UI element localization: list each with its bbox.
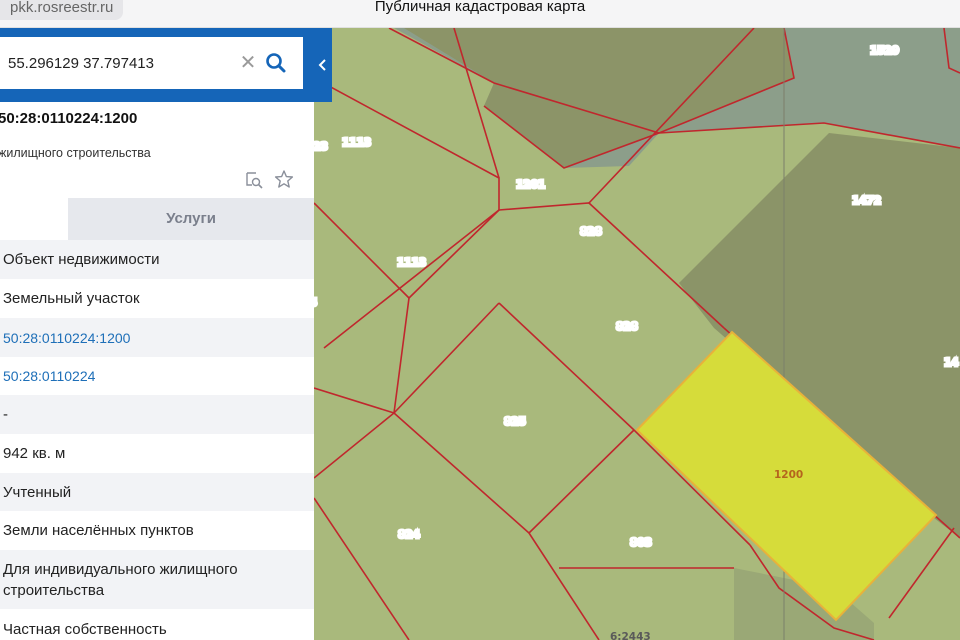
object-cadastral-number: 50:28:0110224:1200 [0, 110, 138, 127]
parcel-label-2443[interactable]: 6:2443 [610, 631, 651, 640]
attribute-link[interactable]: 50:28:0110224:1200 [3, 330, 130, 346]
parcel-label-803[interactable]: 803 [629, 536, 654, 551]
parcel-label-1529[interactable]: 1529 [869, 44, 901, 59]
tab-services[interactable]: Услуги [68, 198, 314, 240]
attribute-value: Объект недвижимости [3, 251, 160, 268]
browser-top-bar: pkk.rosreestr.ru Публичная кадастровая к… [0, 0, 960, 28]
parcel-label-824[interactable]: 824 [397, 528, 422, 543]
parcel-label-828[interactable]: 828 [615, 320, 640, 335]
parcel-label-1201[interactable]: 1201 [515, 178, 547, 193]
cadastral-map[interactable]: 1529 923 1113 1201 1472 828 1113 828 14 … [314, 28, 960, 640]
attribute-row: - [0, 395, 314, 434]
parcel-label-1472[interactable]: 1472 [851, 194, 883, 209]
attribute-value: Земельный участок [3, 290, 140, 307]
parcel-label-14[interactable]: 14 [943, 356, 960, 371]
search-icon[interactable] [263, 50, 289, 76]
chevron-left-icon[interactable] [314, 50, 332, 80]
attribute-list: Объект недвижимости Земельный участок 50:2… [0, 240, 314, 640]
attribute-value: Учтенный [3, 483, 72, 501]
parcel-label-1200[interactable]: 1200 [774, 469, 803, 481]
attribute-row: Для индивидуального жилищного строительс… [0, 550, 314, 609]
attribute-row[interactable]: 50:28:0110224:1200 [0, 318, 314, 357]
attribute-row: 942 кв. м [0, 434, 314, 473]
search-bar: ✕ [0, 28, 332, 102]
search-box: ✕ [0, 37, 303, 89]
star-icon[interactable] [274, 169, 294, 189]
attribute-value: Для индивидуального жилищного строительс… [3, 560, 238, 599]
attribute-value: Земли населённых пунктов [3, 522, 194, 539]
attribute-row: Учтенный [0, 473, 314, 511]
attribute-value: Частная собственность [3, 621, 167, 638]
parcel-label-1113[interactable]: 1113 [396, 256, 428, 271]
object-info-panel: ✕ 50:28:0110224:1200 жилищного строитель… [0, 28, 332, 640]
tabs: Услуги [0, 198, 314, 240]
attribute-row: Объект недвижимости [0, 240, 314, 279]
attribute-value: 942 кв. м [3, 445, 66, 462]
attribute-value: - [3, 406, 8, 423]
attribute-row: Земли населённых пунктов [0, 511, 314, 550]
attribute-row: Земельный участок [0, 279, 314, 318]
parcel-label-825[interactable]: 825 [503, 415, 528, 430]
object-subtitle: жилищного строительства [0, 146, 151, 160]
parcel-label-923[interactable]: 923 [314, 140, 329, 155]
parcel-label-828-top[interactable]: 828 [579, 225, 604, 240]
tab-info[interactable] [0, 198, 68, 240]
parcel-label-5[interactable]: 5 [314, 296, 319, 311]
attribute-row[interactable]: 50:28:0110224 [0, 357, 314, 395]
search-input[interactable] [8, 37, 228, 89]
attribute-link[interactable]: 50:28:0110224 [3, 368, 95, 384]
close-icon[interactable]: ✕ [238, 53, 258, 73]
zoom-to-object-icon[interactable] [244, 170, 264, 190]
page-title: Публичная кадастровая карта [374, 0, 586, 15]
parcel-label-1113-top[interactable]: 1113 [341, 136, 373, 151]
attribute-row: Частная собственность [0, 609, 314, 640]
